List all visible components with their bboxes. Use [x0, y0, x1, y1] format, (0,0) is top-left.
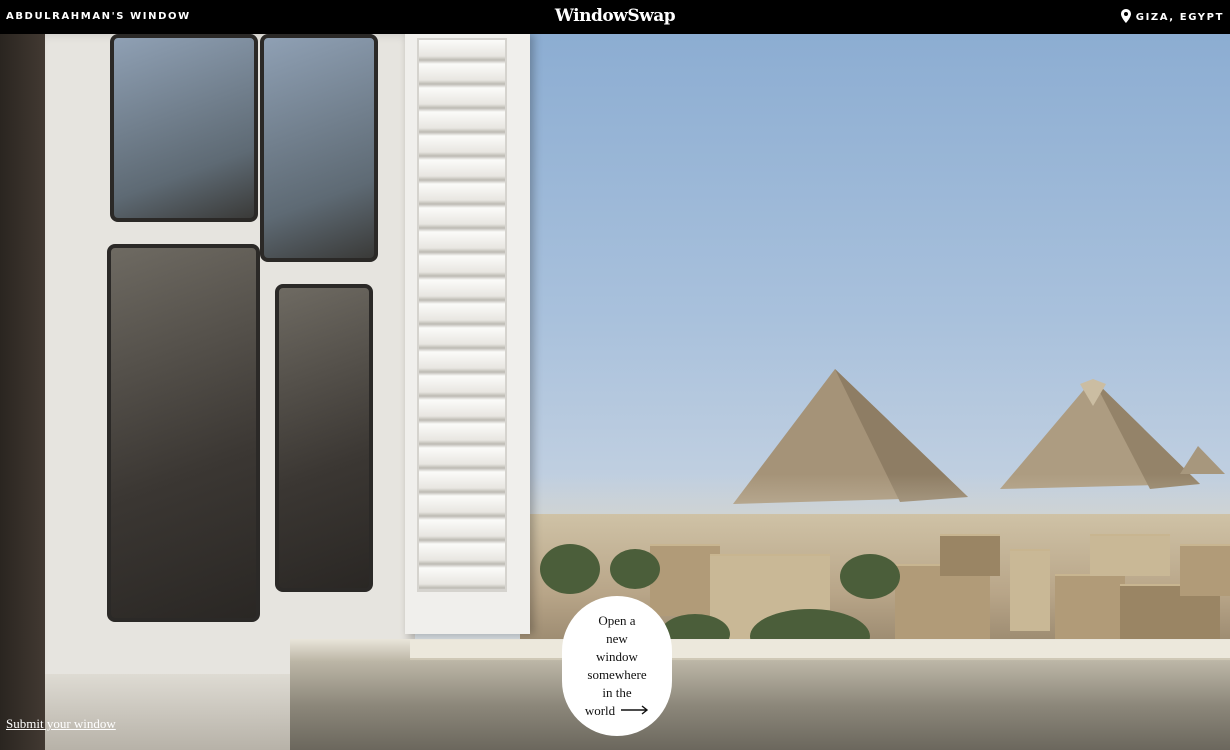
building	[1010, 549, 1050, 631]
tree	[610, 549, 660, 589]
submit-window-link[interactable]: Submit your window	[6, 716, 116, 732]
open-new-window-button[interactable]: Open a new window somewhere in the world	[562, 596, 672, 736]
window-sill-edge	[410, 640, 1230, 660]
window-base	[45, 674, 295, 750]
building	[1090, 534, 1170, 576]
building	[940, 534, 1000, 576]
top-bar: ABDULRAHMAN'S WINDOW WindowSwap GIZA, EG…	[0, 0, 1230, 34]
glass-pane	[110, 34, 258, 222]
cta-label: Open a new window somewhere in the	[587, 613, 647, 700]
glass-pane	[275, 284, 373, 592]
shutter	[405, 34, 530, 634]
location: GIZA, EGYPT	[1120, 9, 1224, 26]
glass-pane	[107, 244, 260, 622]
cta-last-line: world	[585, 702, 649, 720]
arrow-right-icon	[621, 702, 649, 720]
map-pin-icon	[1120, 9, 1131, 26]
window-video: Open a new window somewhere in the world	[0, 34, 1230, 750]
building	[1180, 544, 1230, 596]
cta-last-word: world	[584, 703, 616, 718]
tree	[540, 544, 600, 594]
location-label: GIZA, EGYPT	[1135, 12, 1224, 23]
tree	[840, 554, 900, 599]
brand-logo[interactable]: WindowSwap	[0, 6, 1230, 26]
shutter-slats	[417, 38, 507, 592]
glass-pane	[260, 34, 378, 262]
building	[1055, 574, 1125, 646]
